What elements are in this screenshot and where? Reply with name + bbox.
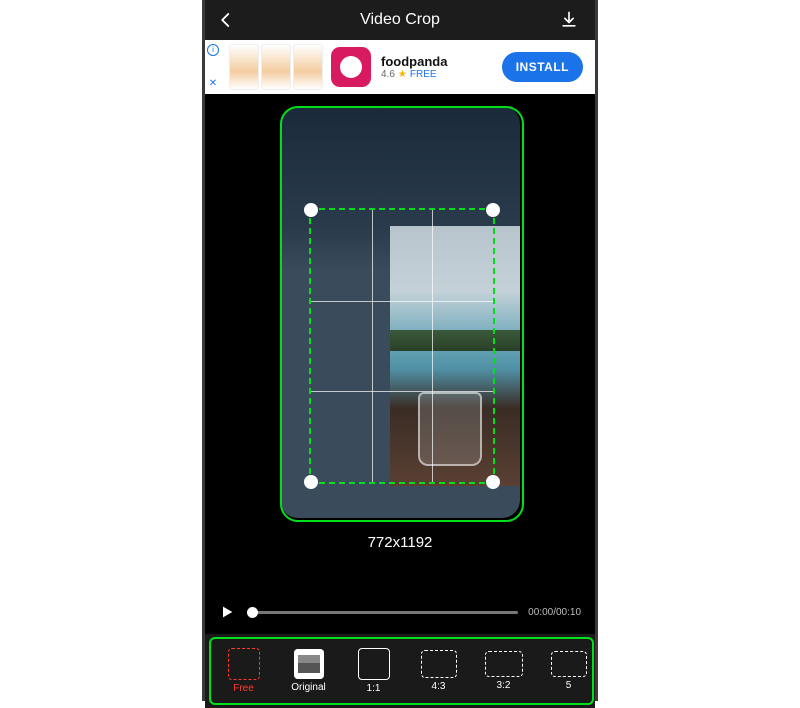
ad-subtitle: 4.6 ★ FREE: [381, 69, 447, 80]
phone-frame: Video Crop i ✕ foodpanda 4.6 ★ FREE: [202, 0, 598, 701]
crop-dimensions-label: 772x1192: [205, 534, 595, 551]
ad-thumb: [261, 44, 291, 90]
crop-handle-top-right[interactable]: [486, 203, 500, 217]
ratio-label: 3:2: [497, 680, 511, 691]
ad-rating: 4.6: [381, 69, 395, 80]
ratio-label: 5: [566, 680, 572, 691]
ad-thumb: [293, 44, 323, 90]
top-bar: Video Crop: [205, 0, 595, 40]
grid-line: [311, 391, 493, 392]
star-icon: ★: [398, 69, 407, 80]
grid-line: [311, 301, 493, 302]
crop-canvas: 772x1192: [205, 94, 595, 594]
ratio-free[interactable]: Free: [211, 648, 276, 694]
timeline-knob[interactable]: [247, 607, 258, 618]
ratio-4-3-icon: [421, 650, 457, 678]
export-button[interactable]: [559, 10, 583, 30]
ratio-1-1[interactable]: 1:1: [341, 648, 406, 694]
aspect-ratio-bar: Free Original 1:1 4:3 3:2 5: [205, 634, 595, 708]
time-display: 00:00/00:10: [528, 607, 581, 618]
install-button[interactable]: INSTALL: [502, 52, 583, 82]
back-button[interactable]: [217, 11, 241, 29]
ratio-label: 4:3: [432, 681, 446, 692]
ad-info-icon[interactable]: i: [207, 44, 219, 56]
panda-icon: [340, 56, 362, 78]
ratio-original[interactable]: Original: [276, 649, 341, 693]
crop-handle-bottom-left[interactable]: [304, 475, 318, 489]
ratio-label: Original: [291, 682, 325, 693]
ratio-label: 1:1: [367, 683, 381, 694]
ratio-label: Free: [233, 683, 254, 694]
chevron-left-icon: [217, 11, 235, 29]
ad-close-icon[interactable]: ✕: [207, 78, 219, 90]
ratio-free-icon: [228, 648, 260, 680]
ratio-1-1-icon: [358, 648, 390, 680]
ad-app-icon: [331, 47, 371, 87]
ratio-3-2[interactable]: 3:2: [471, 651, 536, 691]
play-icon: [219, 604, 235, 620]
ad-screenshots: [229, 44, 323, 90]
ad-app-name: foodpanda: [381, 54, 447, 69]
player-bar: 00:00/00:10: [205, 590, 595, 634]
crop-handle-bottom-right[interactable]: [486, 475, 500, 489]
ad-price: FREE: [410, 69, 437, 80]
ad-text: foodpanda 4.6 ★ FREE: [381, 54, 447, 80]
page-title: Video Crop: [241, 11, 559, 29]
ad-banner[interactable]: i ✕ foodpanda 4.6 ★ FREE INSTALL: [205, 40, 595, 94]
ratio-4-3[interactable]: 4:3: [406, 650, 471, 692]
crop-rectangle[interactable]: [309, 208, 495, 484]
play-button[interactable]: [219, 604, 237, 620]
crop-handle-top-left[interactable]: [304, 203, 318, 217]
ratio-3-2-icon: [485, 651, 523, 677]
grid-line: [372, 210, 373, 482]
ratio-5[interactable]: 5: [536, 651, 595, 691]
app-stage: Video Crop i ✕ foodpanda 4.6 ★ FREE: [0, 0, 800, 701]
ad-thumb: [229, 44, 259, 90]
timeline-slider[interactable]: [247, 611, 518, 614]
ratio-5-icon: [551, 651, 587, 677]
grid-line: [432, 210, 433, 482]
download-icon: [559, 10, 579, 30]
ratio-original-icon: [294, 649, 324, 679]
